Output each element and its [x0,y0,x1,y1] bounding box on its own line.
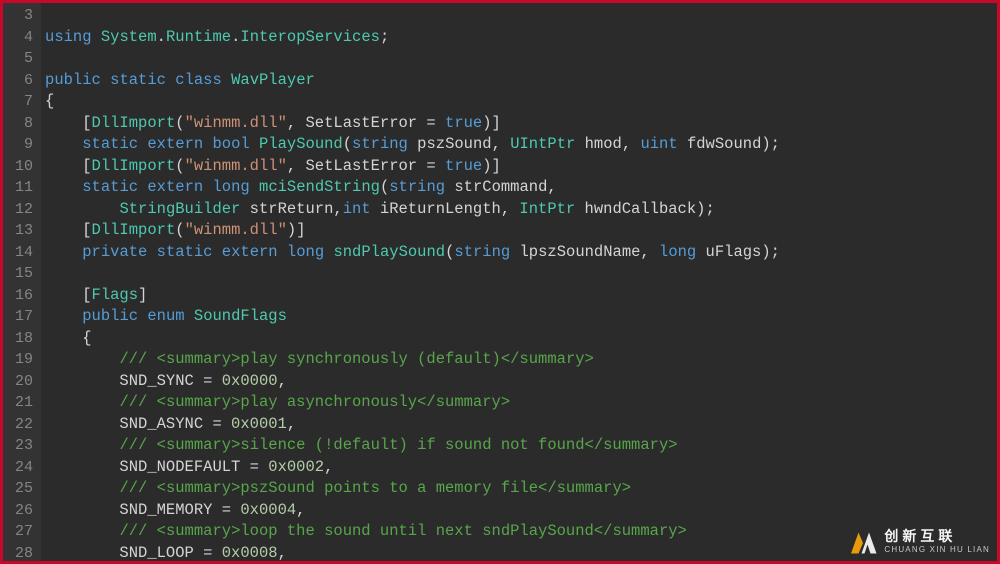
line-number: 18 [15,328,33,350]
code-line[interactable]: /// <summary>play asynchronously</summar… [45,392,991,414]
line-number: 20 [15,371,33,393]
code-line[interactable]: SND_NODEFAULT = 0x0002, [45,457,991,479]
line-number: 3 [15,5,33,27]
code-line[interactable]: private static extern long sndPlaySound(… [45,242,991,264]
line-number: 5 [15,48,33,70]
code-line[interactable]: [DllImport("winmm.dll")] [45,220,991,242]
line-number: 6 [15,70,33,92]
line-number: 10 [15,156,33,178]
line-number: 22 [15,414,33,436]
line-number-gutter: 3456789101112131415161718192021222324252… [3,3,41,561]
code-line[interactable]: { [45,328,991,350]
code-line[interactable]: public enum SoundFlags [45,306,991,328]
code-line[interactable]: { [45,91,991,113]
code-line[interactable]: using System.Runtime.InteropServices; [45,27,991,49]
code-line[interactable]: static extern bool PlaySound(string pszS… [45,134,991,156]
line-number: 24 [15,457,33,479]
line-number: 21 [15,392,33,414]
code-line[interactable] [45,5,991,27]
code-line[interactable]: SND_SYNC = 0x0000, [45,371,991,393]
code-line[interactable]: /// <summary>loop the sound until next s… [45,521,991,543]
line-number: 11 [15,177,33,199]
line-number: 19 [15,349,33,371]
code-line[interactable]: [DllImport("winmm.dll", SetLastError = t… [45,156,991,178]
line-number: 26 [15,500,33,522]
code-line[interactable] [45,48,991,70]
code-line[interactable] [45,263,991,285]
line-number: 12 [15,199,33,221]
line-number: 28 [15,543,33,564]
line-number: 13 [15,220,33,242]
code-line[interactable]: /// <summary>silence (!default) if sound… [45,435,991,457]
code-line[interactable]: [Flags] [45,285,991,307]
code-line[interactable]: /// <summary>play synchronously (default… [45,349,991,371]
code-line[interactable]: SND_MEMORY = 0x0004, [45,500,991,522]
line-number: 7 [15,91,33,113]
line-number: 4 [15,27,33,49]
code-line[interactable]: public static class WavPlayer [45,70,991,92]
line-number: 17 [15,306,33,328]
line-number: 27 [15,521,33,543]
line-number: 16 [15,285,33,307]
line-number: 8 [15,113,33,135]
code-editor[interactable]: 3456789101112131415161718192021222324252… [0,0,1000,564]
line-number: 25 [15,478,33,500]
line-number: 23 [15,435,33,457]
code-line[interactable]: /// <summary>pszSound points to a memory… [45,478,991,500]
code-line[interactable]: StringBuilder strReturn,int iReturnLengt… [45,199,991,221]
code-line[interactable]: static extern long mciSendString(string … [45,177,991,199]
code-area[interactable]: using System.Runtime.InteropServices; pu… [41,3,997,561]
code-line[interactable]: SND_ASYNC = 0x0001, [45,414,991,436]
line-number: 9 [15,134,33,156]
code-line[interactable]: SND_LOOP = 0x0008, [45,543,991,564]
code-line[interactable]: [DllImport("winmm.dll", SetLastError = t… [45,113,991,135]
line-number: 15 [15,263,33,285]
line-number: 14 [15,242,33,264]
